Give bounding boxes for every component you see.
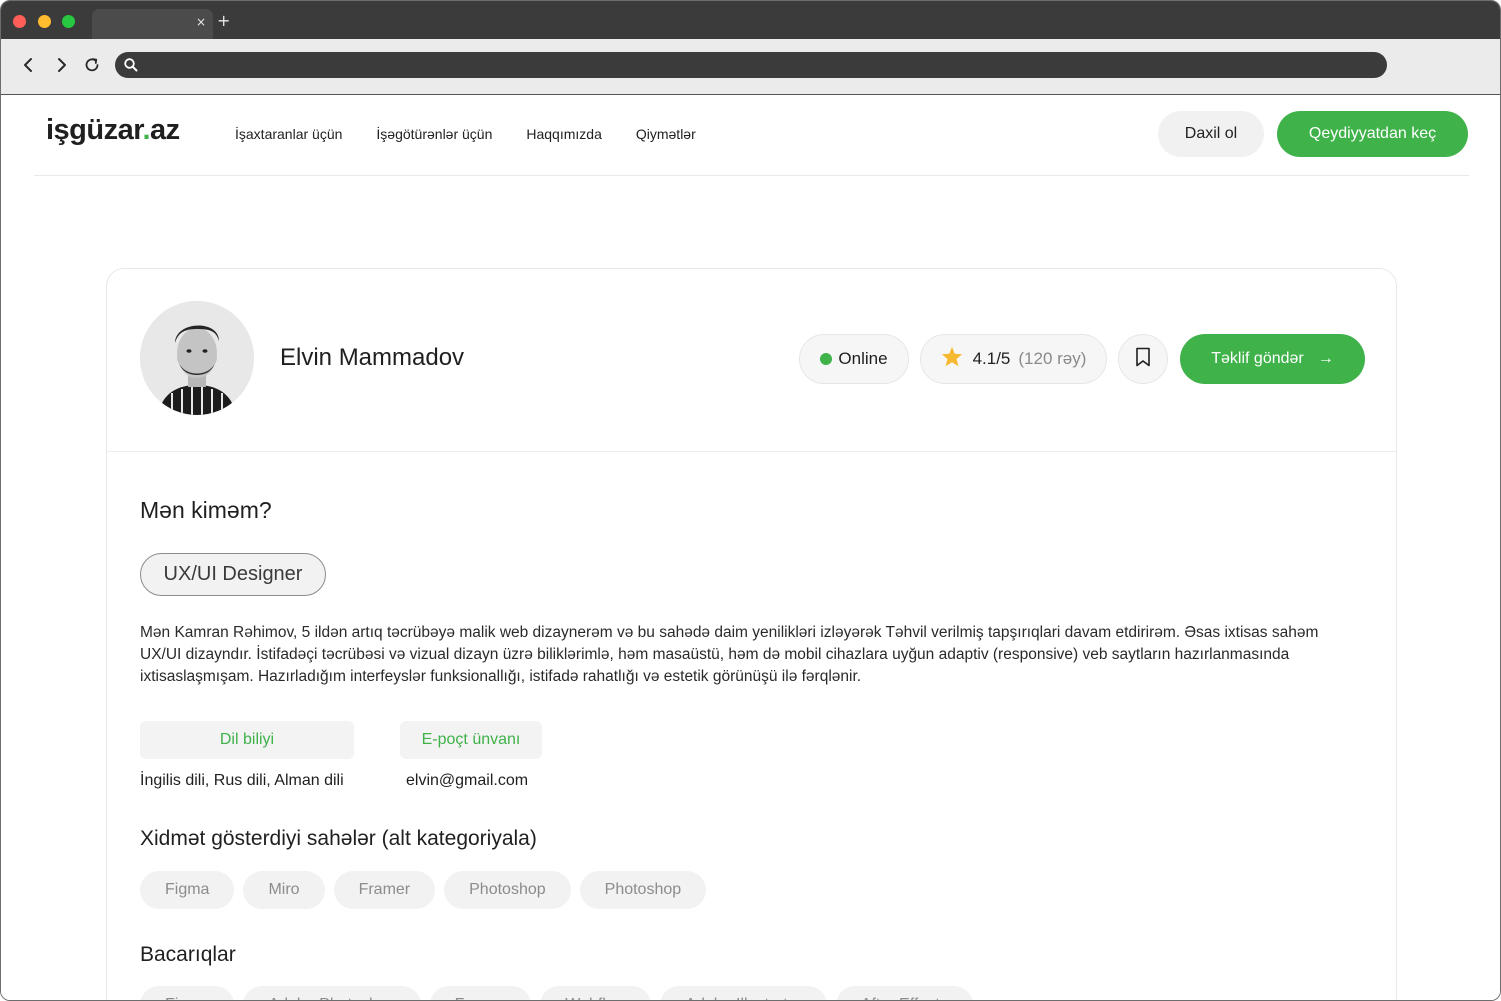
reload-icon[interactable] bbox=[82, 55, 102, 75]
site-logo[interactable]: işgüzar.az bbox=[46, 114, 180, 147]
browser-tab[interactable]: × bbox=[92, 9, 213, 39]
tab-close-icon[interactable]: × bbox=[196, 14, 206, 30]
logo-tld: az bbox=[150, 114, 180, 146]
send-offer-label: Təklif göndər bbox=[1211, 350, 1304, 367]
services-title: Xidmət gösterdiyi sahələr (alt kategoriy… bbox=[140, 827, 537, 850]
skill-chip[interactable]: After Effects bbox=[835, 986, 973, 1000]
skill-chip[interactable]: Adobe Photoshop bbox=[243, 986, 421, 1000]
service-chip[interactable]: Miro bbox=[243, 871, 325, 909]
skill-chip[interactable]: Framer bbox=[429, 986, 532, 1000]
minimize-window-button[interactable] bbox=[38, 15, 51, 28]
star-icon bbox=[941, 346, 963, 372]
login-button[interactable]: Daxil ol bbox=[1158, 111, 1264, 157]
language-value: İngilis dili, Rus dili, Alman dili bbox=[140, 772, 344, 789]
rating-badge[interactable]: 4.1/5 (120 rəy) bbox=[920, 334, 1107, 384]
language-label: Dil biliyi bbox=[140, 721, 354, 759]
back-icon[interactable] bbox=[18, 55, 38, 75]
site-page: işgüzar.az İşaxtaranlar üçün İşəgötürənl… bbox=[1, 96, 1500, 1000]
status-text: Online bbox=[838, 349, 888, 368]
profile-card: Elvin Mammadov Online 4.1/5 (120 rəy) Tə… bbox=[106, 268, 1397, 1000]
skill-chip[interactable]: Webflow bbox=[540, 986, 652, 1000]
browser-toolbar bbox=[1, 39, 1500, 95]
service-chip[interactable]: Photoshop bbox=[444, 871, 571, 909]
profile-name: Elvin Mammadov bbox=[280, 344, 465, 371]
bookmark-button[interactable] bbox=[1118, 334, 1168, 384]
avatar bbox=[140, 301, 254, 415]
services-list: Figma Miro Framer Photoshop Photoshop bbox=[140, 871, 715, 909]
rating-value: 4.1/5 bbox=[972, 349, 1011, 368]
signup-button[interactable]: Qeydiyyatdan keç bbox=[1277, 111, 1468, 157]
nav-employers[interactable]: İşəgötürənlər üçün bbox=[376, 126, 492, 142]
review-count: (120 rəy) bbox=[1018, 349, 1087, 368]
maximize-window-button[interactable] bbox=[62, 15, 75, 28]
status-badge: Online bbox=[799, 334, 909, 384]
browser-window: × + işgüzar.az İşaxtaranlar üçün İşəgötü… bbox=[0, 0, 1501, 1001]
skills-title: Bacarıqlar bbox=[140, 943, 236, 966]
role-badge: UX/UI Designer bbox=[140, 553, 326, 596]
email-value: elvin@gmail.com bbox=[406, 772, 529, 789]
logo-main: işgüzar bbox=[46, 114, 143, 146]
online-dot-icon bbox=[820, 353, 833, 365]
nav-pricing[interactable]: Qiymətlər bbox=[636, 126, 696, 142]
forward-icon[interactable] bbox=[52, 55, 72, 75]
about-text: Mən Kamran Rəhimov, 5 ildən artıq təcrüb… bbox=[140, 624, 1319, 685]
title-bar: × + bbox=[1, 1, 1500, 39]
skill-chip[interactable]: Adobe Illustrator bbox=[660, 986, 827, 1000]
search-icon bbox=[123, 57, 139, 73]
bookmark-icon bbox=[1135, 347, 1151, 371]
service-chip[interactable]: Photoshop bbox=[579, 871, 707, 909]
new-tab-button[interactable]: + bbox=[217, 11, 230, 31]
profile-header: Elvin Mammadov Online 4.1/5 (120 rəy) Tə… bbox=[107, 269, 1396, 452]
skill-chip[interactable]: Figma bbox=[140, 986, 235, 1000]
header-divider bbox=[34, 175, 1469, 176]
main-nav: İşaxtaranlar üçün İşəgötürənlər üçün Haq… bbox=[235, 126, 730, 142]
send-offer-button[interactable]: Təklif göndər → bbox=[1180, 334, 1365, 384]
about-title: Mən kiməm? bbox=[140, 497, 272, 523]
logo-dot: . bbox=[142, 114, 150, 146]
service-chip[interactable]: Figma bbox=[140, 871, 235, 909]
email-label: E-poçt ünvanı bbox=[400, 721, 542, 759]
close-window-button[interactable] bbox=[13, 15, 26, 28]
skills-list: Figma Adobe Photoshop Framer Webflow Ado… bbox=[140, 986, 982, 1000]
nav-job-seekers[interactable]: İşaxtaranlar üçün bbox=[235, 126, 342, 142]
arrow-right-icon: → bbox=[1317, 350, 1334, 367]
service-chip[interactable]: Framer bbox=[333, 871, 436, 909]
nav-about[interactable]: Haqqımızda bbox=[526, 126, 601, 142]
address-bar[interactable] bbox=[115, 52, 1387, 78]
